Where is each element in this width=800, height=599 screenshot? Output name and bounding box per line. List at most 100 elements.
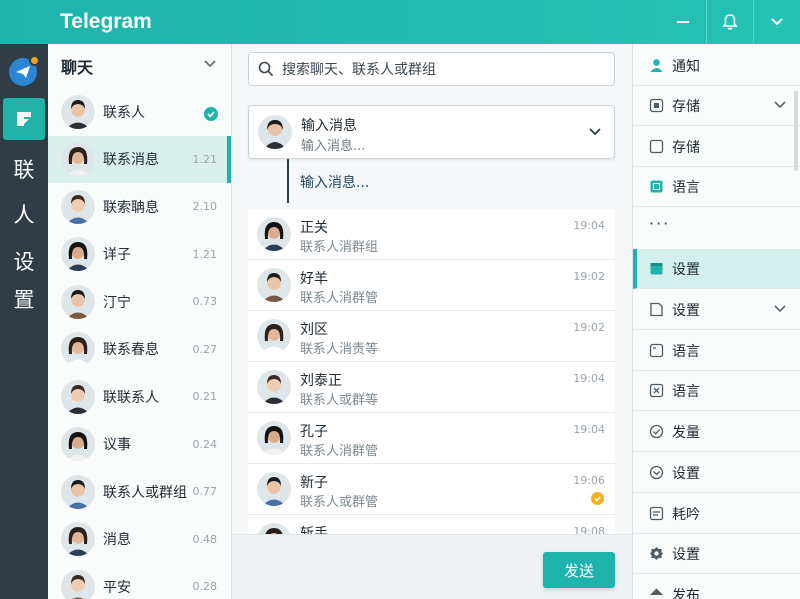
- settings-item[interactable]: 发量: [633, 412, 800, 452]
- person-icon: [649, 58, 664, 73]
- message-row[interactable]: 正关 联系人消群组 19:04: [248, 209, 615, 260]
- send-button[interactable]: 发送: [543, 552, 615, 588]
- avatar: [61, 427, 95, 462]
- settings-item[interactable]: 存储: [633, 86, 800, 126]
- thread-input-text[interactable]: 输入消息...: [300, 172, 369, 192]
- chat-list-item[interactable]: 消息 0.48: [48, 516, 231, 564]
- chat-list-title: 聊天: [61, 58, 94, 77]
- read-check-icon: [591, 492, 604, 505]
- settings-item[interactable]: 语言: [633, 167, 800, 207]
- chat-name: 联系人或群组: [103, 484, 187, 501]
- message-time: 19:04: [573, 423, 605, 436]
- message-row[interactable]: 新子 联系人或群管 19:06: [248, 464, 615, 515]
- message-sender: 孔子: [300, 424, 328, 440]
- message-preview: 联系人或群等: [300, 393, 379, 408]
- chat-list-item[interactable]: 联系人或群组 0.77: [48, 468, 231, 516]
- square-icon: [649, 139, 664, 154]
- verified-check-icon: [204, 107, 218, 121]
- settings-item[interactable]: 语言: [633, 371, 800, 411]
- message-sender: 刘区: [300, 322, 328, 338]
- chat-list-item[interactable]: 汀宁 0.73: [48, 278, 231, 326]
- chevron-down-icon[interactable]: [773, 304, 787, 314]
- chat-list-item[interactable]: 议事 0.24: [48, 421, 231, 469]
- message-preview: 联系人消群管: [300, 291, 379, 306]
- calendar-icon: [649, 261, 664, 276]
- search-input[interactable]: 搜索聊天、联系人或群组: [248, 52, 615, 86]
- chat-list-item[interactable]: 联系人: [48, 88, 231, 136]
- rail-chats-button[interactable]: [3, 98, 45, 140]
- chevron-circle-icon: [649, 465, 664, 480]
- chat-name: 联系春息: [103, 342, 159, 359]
- rail-label: 联: [13, 158, 35, 182]
- chat-name: 汀宁: [103, 294, 131, 311]
- message-row[interactable]: 好羊 联系人消群管 19:02: [248, 260, 615, 311]
- left-rail: 联 人 设 置: [0, 44, 48, 599]
- settings-item-label: 设置: [672, 465, 700, 482]
- avatar: [257, 421, 291, 455]
- bell-icon: [722, 14, 738, 30]
- avatar: [61, 379, 95, 414]
- x-box-icon: [649, 383, 664, 398]
- message-row[interactable]: 刘泰正 联系人或群等 19:04: [248, 362, 615, 413]
- settings-item-label: 语言: [672, 343, 700, 360]
- settings-item[interactable]: 耗吟: [633, 494, 800, 534]
- minimize-button[interactable]: [659, 0, 706, 44]
- message-list: 正关 联系人消群组 19:04 好羊 联系人消群管 19:02 刘区 联系人消责等 19:02 刘…: [248, 209, 615, 534]
- notifications-button[interactable]: [706, 0, 753, 44]
- chevron-down-icon[interactable]: [773, 100, 787, 110]
- settings-item[interactable]: 设置: [633, 534, 800, 574]
- settings-item[interactable]: 发布: [633, 575, 800, 599]
- settings-item-label: 通知: [672, 58, 700, 75]
- chat-list-item[interactable]: 平安 0.28: [48, 563, 231, 599]
- more-options[interactable]: ···: [649, 214, 670, 233]
- chevron-down-icon: [589, 128, 601, 136]
- scrollbar[interactable]: [794, 91, 798, 171]
- chat-list-item[interactable]: 联系春息 0.27: [48, 326, 231, 374]
- chat-bubble-icon: [17, 112, 31, 126]
- settings-item[interactable]: 设置: [633, 453, 800, 493]
- settings-item[interactable]: 设置: [633, 249, 800, 289]
- message-row[interactable]: 斩手 19:08: [248, 515, 615, 534]
- app-logo[interactable]: [9, 55, 40, 86]
- composer-input[interactable]: 输入消息...: [301, 135, 365, 154]
- chat-list-item[interactable]: 联系消息 1.21: [48, 135, 231, 183]
- title-bar: Telegram: [0, 0, 800, 44]
- message-sender: 刘泰正: [300, 373, 342, 389]
- language-icon: [649, 179, 664, 194]
- settings-item-label: 语言: [672, 179, 700, 196]
- message-row[interactable]: 孔子联系人消群管 19:04: [248, 413, 615, 464]
- check-circle-icon: [649, 424, 664, 439]
- avatar: [61, 474, 95, 509]
- avatar: [257, 268, 291, 302]
- message-time: 19:02: [573, 270, 605, 283]
- window-controls: [659, 0, 800, 44]
- settings-item[interactable]: 通知: [633, 46, 800, 86]
- messenger-icon: [16, 66, 30, 78]
- chat-list-item[interactable]: 联索聃息 2.10: [48, 183, 231, 231]
- main-panel: 搜索聊天、联系人或群组 输入消息 输入消息... 输入消息... 正关 联系人消群…: [232, 44, 632, 599]
- avatar: [61, 189, 95, 224]
- chat-time: 2.10: [192, 200, 218, 214]
- chat-list-item[interactable]: 详子 1.21: [48, 231, 231, 279]
- chevron-down-icon: [204, 60, 216, 68]
- message-sender: 新子: [300, 475, 328, 491]
- message-preview: 联系人消群管: [300, 444, 379, 459]
- chat-list-item[interactable]: 联联系人 0.21: [48, 373, 231, 421]
- chat-time: 0.77: [192, 485, 218, 499]
- app-title: Telegram: [60, 10, 152, 33]
- message-row[interactable]: 刘区 联系人消责等 19:02: [248, 311, 615, 362]
- settings-item[interactable]: 存储: [633, 127, 800, 167]
- menu-dropdown-button[interactable]: [753, 0, 800, 44]
- chat-time: 0.48: [192, 532, 218, 546]
- settings-item[interactable]: 设置: [633, 290, 800, 330]
- settings-item-label: 设置: [672, 302, 700, 319]
- chat-name: 联联系人: [103, 389, 159, 406]
- gear-icon: [649, 546, 664, 561]
- message-composer[interactable]: 输入消息 输入消息...: [248, 105, 615, 159]
- chat-time: 1.21: [192, 152, 218, 166]
- chat-list-header[interactable]: 聊天: [48, 44, 231, 88]
- send-icon: [649, 587, 664, 599]
- settings-item[interactable]: 语言: [633, 331, 800, 371]
- notification-dot: [29, 55, 40, 66]
- message-time: 19:06: [573, 474, 605, 487]
